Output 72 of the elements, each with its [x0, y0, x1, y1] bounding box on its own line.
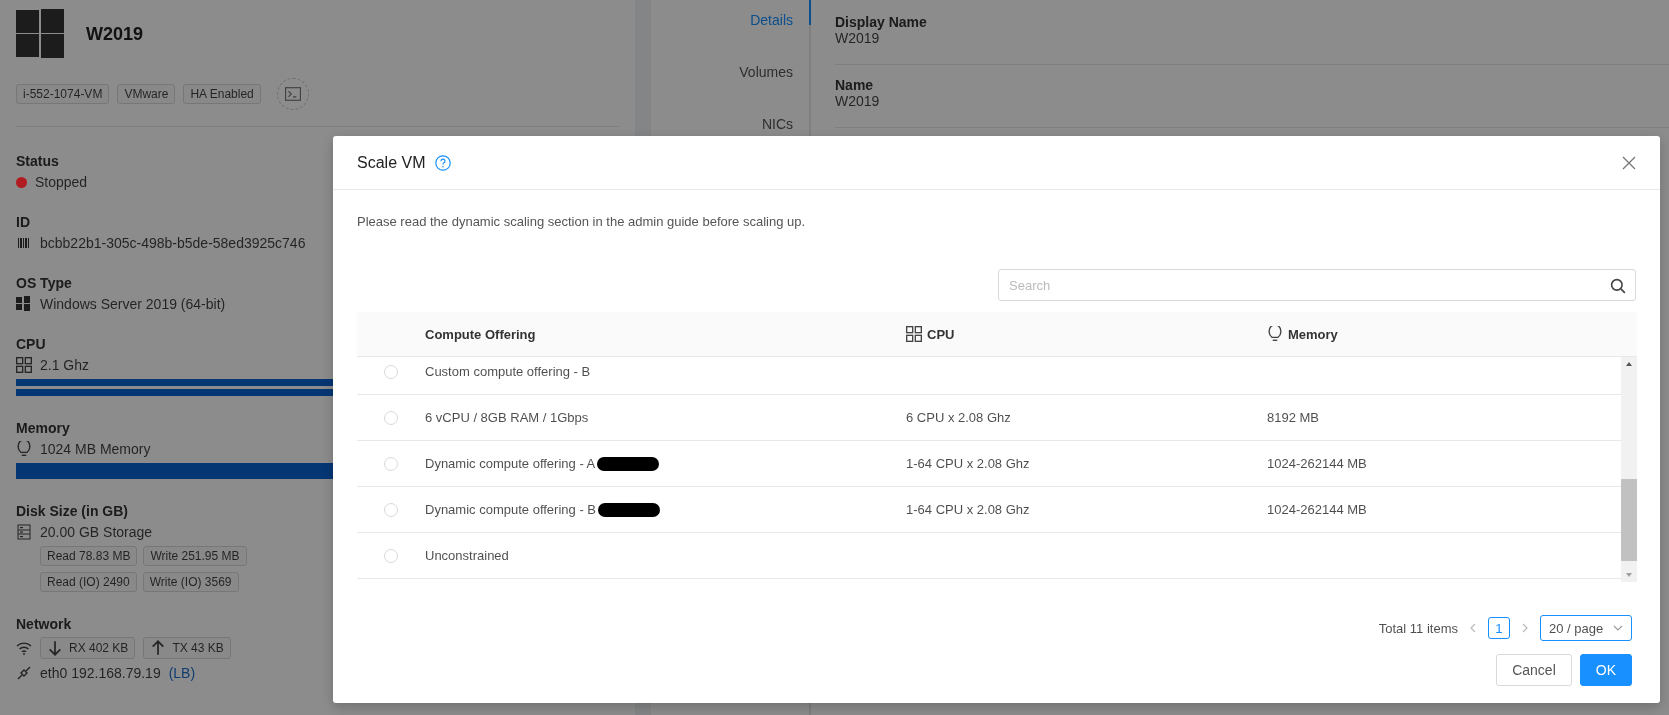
stat-tag: Read (IO) 2490 — [40, 572, 137, 592]
field-label: CPU — [16, 336, 46, 352]
terminal-icon — [284, 86, 301, 102]
stat-tag: Write (IO) 3569 — [142, 572, 239, 592]
light-bulb-icon — [1267, 326, 1283, 342]
field-value: 2.1 Ghz — [40, 357, 90, 373]
table-cell: 6 vCPU / 8GB RAM / 1Gbps — [425, 410, 589, 425]
field-value: 1024 MB Memory — [40, 441, 151, 457]
table-cell: Dynamic compute offering - B — [425, 501, 596, 517]
storage-icon — [16, 524, 32, 540]
caret-icon — [1613, 623, 1623, 633]
tab[interactable]: Details — [750, 0, 811, 25]
field-value: Windows Server 2019 (64-bit) — [40, 296, 226, 312]
field-label: Status — [16, 153, 59, 169]
notice-text: Please read the dynamic scaling section in the admin guide before scaling up. — [357, 214, 807, 229]
tag: HA Enabled — [183, 84, 261, 104]
dialog-title: Scale VM — [357, 153, 426, 172]
grid-icon — [906, 326, 922, 342]
light-bulb-icon — [16, 441, 32, 457]
barcode-icon — [16, 235, 32, 251]
cancel-button[interactable]: Cancel — [1496, 654, 1572, 686]
plug-icon — [16, 665, 32, 681]
page-size-select[interactable]: 20 / page — [1540, 615, 1632, 641]
wifi-icon — [16, 640, 32, 656]
arrow-icon — [47, 640, 63, 656]
table-cell: 1-64 CPU x 2.08 Ghz — [906, 456, 1030, 471]
field-value: W2019 — [835, 93, 881, 109]
table-cell: 8192 MB — [1267, 410, 1320, 425]
field-value: Stopped — [35, 174, 88, 190]
field-value: 20.00 GB Storage — [40, 524, 153, 540]
field-value: bcbb22b1-305c-498b-b5de-58ed3925c746 — [40, 235, 306, 251]
column-header: CPU — [927, 326, 955, 342]
stat-tag: Read 78.83 MB — [40, 546, 138, 566]
total-count: Total 11 items — [1378, 620, 1458, 636]
table-cell: 6 CPU x 2.08 Ghz — [906, 410, 1011, 425]
grid-icon — [16, 357, 32, 373]
table-cell: Dynamic compute offering - A — [425, 455, 596, 471]
column-header: Compute Offering — [425, 326, 536, 342]
table-cell: 1024-262144 MB — [1267, 456, 1367, 471]
field-label: OS Type — [16, 275, 72, 291]
tab[interactable]: NICs — [761, 104, 811, 129]
page-button[interactable]: 1 — [1488, 617, 1510, 639]
close-icon[interactable] — [1622, 155, 1636, 170]
windows-logo-icon — [16, 296, 32, 312]
ok-button[interactable]: OK — [1579, 654, 1632, 686]
field-label: Name — [835, 77, 875, 93]
field-value: W2019 — [835, 30, 881, 46]
nic-address: eth0 192.168.79.19 — [40, 665, 161, 681]
tag: VMware — [117, 84, 176, 104]
help-icon[interactable] — [435, 154, 452, 171]
stat-tag: Write 251.95 MB — [143, 546, 247, 566]
windows-logo-icon — [16, 9, 66, 59]
traffic-tag: TX 43 KB — [143, 637, 231, 659]
table-cell: 1-64 CPU x 2.08 Ghz — [906, 502, 1030, 517]
field-label: Display Name — [835, 14, 928, 30]
chevron-left-icon — [1468, 623, 1478, 633]
search-field[interactable]: Search — [998, 269, 1636, 301]
load-balancer-link[interactable]: (LB) — [168, 665, 196, 681]
search-icon — [1610, 278, 1626, 294]
table-cell: Unconstrained — [425, 548, 509, 563]
field-label: Memory — [16, 420, 70, 436]
column-header: Memory — [1288, 326, 1338, 342]
table-cell: 1024-262144 MB — [1267, 502, 1367, 517]
traffic-tag: RX 402 KB — [40, 637, 136, 659]
field-label: Network — [16, 616, 72, 632]
table-cell: Custom compute offering - B — [425, 364, 591, 379]
chevron-right-icon — [1520, 623, 1530, 633]
field-label: Disk Size (in GB) — [16, 503, 129, 519]
tab[interactable]: Volumes — [739, 52, 811, 77]
tag: i-552-1074-VM — [16, 84, 110, 104]
vm-name: W2019 — [86, 23, 144, 45]
field-label: ID — [16, 214, 30, 230]
